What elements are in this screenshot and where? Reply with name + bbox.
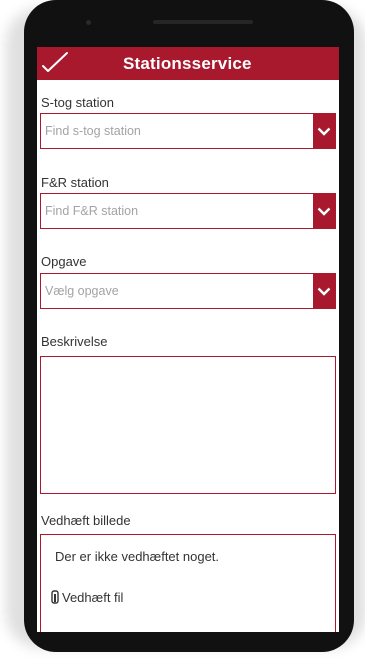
stog-station-expand-button[interactable] — [313, 114, 335, 148]
front-camera — [86, 20, 91, 25]
opgave-expand-button[interactable] — [313, 274, 335, 308]
attachment-box: Der er ikke vedhæftet noget. Vedhæft fil — [40, 534, 336, 632]
description-textarea[interactable] — [40, 356, 336, 494]
app-header: Stationsservice — [37, 47, 339, 80]
paperclip-icon — [51, 590, 59, 604]
no-attachment-message: Der er ikke vedhæftet noget. — [55, 549, 220, 564]
opgave-placeholder: Vælg opgave — [45, 284, 119, 298]
attach-file-label: Vedhæft fil — [62, 589, 124, 605]
page-title: Stationsservice — [123, 54, 252, 73]
opgave-dropdown[interactable]: Vælg opgave — [40, 273, 336, 309]
fr-station-expand-button[interactable] — [313, 194, 335, 228]
checkmark-icon[interactable] — [41, 51, 69, 75]
app-screen: Stationsservice S-tog station Find s-tog… — [37, 47, 339, 632]
fr-station-placeholder: Find F&R station — [45, 204, 139, 218]
chevron-down-icon — [317, 207, 331, 216]
fr-station-label: F&R station — [41, 175, 109, 190]
earpiece-speaker — [153, 20, 253, 24]
stog-station-placeholder: Find s-tog station — [45, 124, 141, 138]
attach-image-label: Vedhæft billede — [41, 513, 131, 528]
phone-frame: Stationsservice S-tog station Find s-tog… — [24, 0, 354, 652]
stog-station-dropdown[interactable]: Find s-tog station — [40, 113, 336, 149]
description-label: Beskrivelse — [41, 334, 108, 349]
stog-station-label: S-tog station — [41, 95, 114, 110]
fr-station-dropdown[interactable]: Find F&R station — [40, 193, 336, 229]
attach-file-button[interactable]: Vedhæft fil — [51, 587, 123, 607]
chevron-down-icon — [317, 287, 331, 296]
chevron-down-icon — [317, 127, 331, 136]
opgave-label: Opgave — [41, 254, 87, 269]
